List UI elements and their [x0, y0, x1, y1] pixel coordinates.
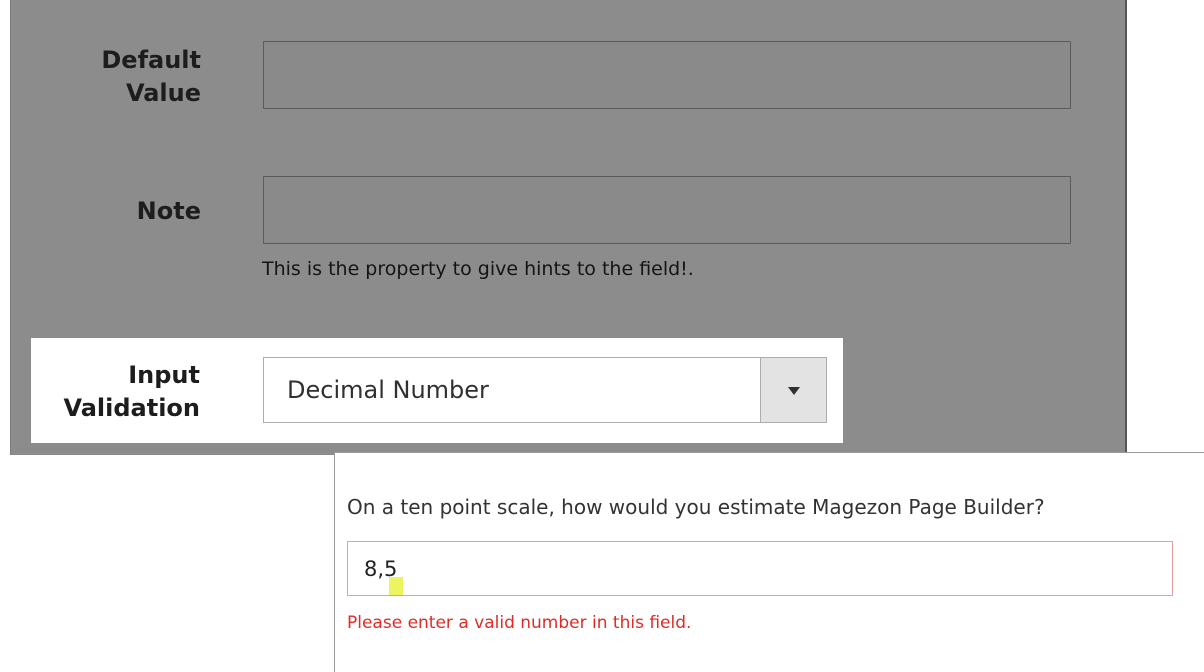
validation-error-message: Please enter a valid number in this fiel…	[347, 613, 692, 633]
question-label: On a ten point scale, how would you esti…	[347, 495, 1045, 519]
default-value-input[interactable]	[263, 41, 1071, 109]
input-validation-select[interactable]: Decimal Number	[263, 357, 827, 423]
note-hint: This is the property to give hints to th…	[262, 258, 694, 280]
note-input[interactable]	[263, 176, 1071, 244]
input-validation-row: Input Validation Decimal Number	[31, 338, 843, 443]
input-validation-label-line2: Validation	[63, 394, 200, 422]
answer-input[interactable]: 8,5	[347, 541, 1173, 596]
input-validation-label: Input Validation	[31, 359, 200, 425]
input-validation-label-line1: Input	[128, 361, 200, 389]
default-value-label-line2: Value	[125, 79, 201, 107]
default-value-label-line1: Default	[101, 46, 201, 74]
answer-value: 8,5	[364, 557, 398, 581]
chevron-down-icon	[788, 387, 800, 395]
default-value-label: Default Value	[11, 44, 201, 110]
input-validation-selected: Decimal Number	[287, 376, 489, 404]
dropdown-toggle-button[interactable]	[760, 358, 826, 422]
note-label: Note	[136, 197, 201, 225]
form-preview-card: On a ten point scale, how would you esti…	[334, 452, 1204, 672]
